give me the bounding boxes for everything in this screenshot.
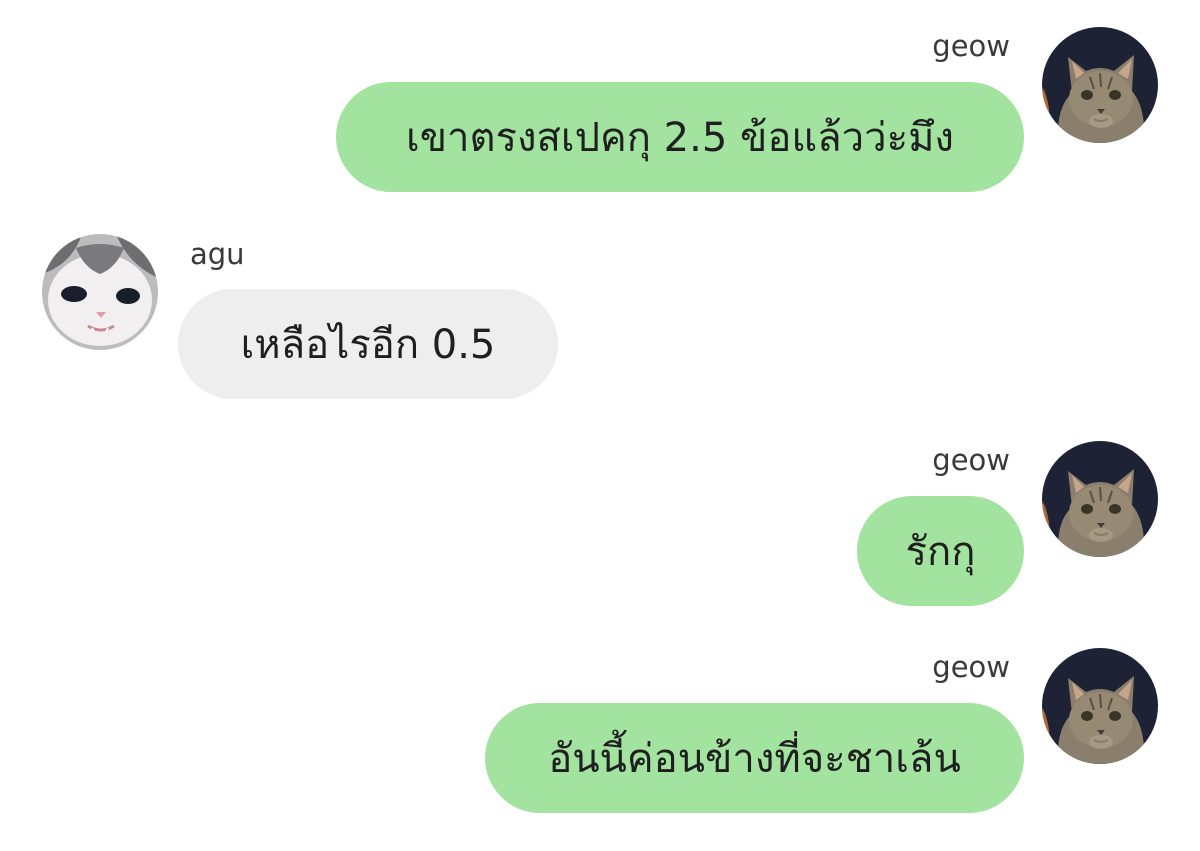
message-text: อันนี้ค่อนข้างที่จะชาเล้น [548, 736, 961, 782]
tabby-kitten-avatar-icon[interactable] [1042, 441, 1158, 557]
white-gray-kitten-avatar-icon[interactable] [42, 234, 158, 350]
sender-name: geow [932, 29, 1010, 63]
message-bubble-outgoing[interactable]: อันนี้ค่อนข้างที่จะชาเล้น [485, 703, 1024, 813]
tabby-kitten-avatar-icon[interactable] [1042, 648, 1158, 764]
sender-name: geow [932, 443, 1010, 477]
tabby-kitten-avatar-icon[interactable] [1042, 27, 1158, 143]
message-bubble-outgoing[interactable]: รักกุ [857, 496, 1024, 606]
message-bubble-outgoing[interactable]: เขาตรงสเปคกุ 2.5 ข้อแล้วว่ะมึง [336, 82, 1024, 192]
message-text: รักกุ [905, 529, 976, 575]
message-text: เหลือไรอีก 0.5 [240, 322, 496, 368]
message-text: เขาตรงสเปคกุ 2.5 ข้อแล้วว่ะมึง [406, 115, 954, 161]
message-bubble-incoming[interactable]: เหลือไรอีก 0.5 [178, 289, 558, 399]
sender-name: geow [932, 650, 1010, 684]
sender-name: agu [190, 237, 245, 271]
